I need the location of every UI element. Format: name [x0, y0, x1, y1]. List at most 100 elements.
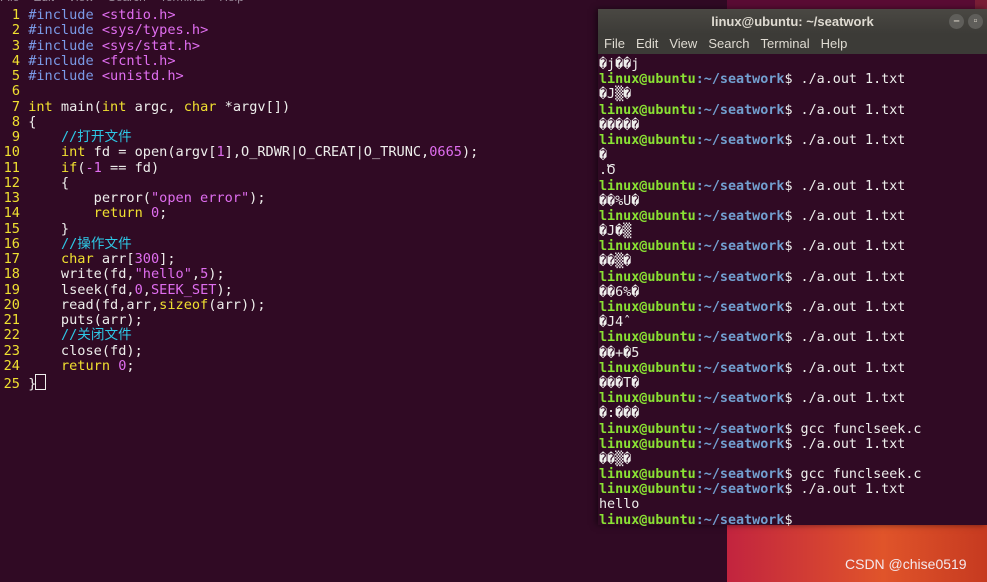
line-number: 25 — [3, 376, 20, 392]
code-line: 15 } — [0, 221, 478, 237]
command-text: $ ./a.out 1.txt — [784, 482, 906, 498]
command-text: $ — [784, 512, 801, 528]
code-token: 0665 — [429, 144, 462, 161]
code-line: 7 int main(int argc, char *argv[]) — [0, 98, 478, 115]
code-line: 20 read(fd,arr,sizeof(arr)); — [0, 296, 478, 313]
terminal-window[interactable]: linux@ubuntu: ~/seatwork – ▫ File Edit Vie… — [598, 9, 987, 528]
prompt-path: :~/seatwork — [695, 102, 785, 118]
code-token: main( — [52, 98, 102, 115]
terminal-command-line: linux@ubuntu:~/seatwork$ ./a.out 1.txt — [599, 391, 922, 406]
line-number: 21 — [3, 312, 20, 328]
code-token: 0 — [150, 205, 160, 222]
menu-view[interactable]: View — [669, 36, 697, 51]
code-line: 23 close(fd); — [0, 342, 478, 359]
code-line: 4 #include <fcntl.h> — [0, 52, 478, 69]
command-text: $ ./a.out 1.txt — [784, 132, 906, 148]
code-token: SEEK_SET — [150, 281, 217, 298]
code-line: 11 if(-1 == fd) — [0, 159, 478, 176]
code-token: //操作文件 — [60, 235, 132, 252]
prompt-user: linux@ubuntu — [599, 436, 696, 452]
prompt-user: linux@ubuntu — [599, 102, 696, 118]
prompt-user: linux@ubuntu — [599, 421, 696, 437]
terminal-command-line: linux@ubuntu:~/seatwork$ — [599, 513, 922, 528]
code-line: 19 lseek(fd,0,SEEK_SET); — [0, 281, 478, 298]
terminal-command-line: linux@ubuntu:~/seatwork$ ./a.out 1.txt — [599, 72, 922, 87]
prompt-user: linux@ubuntu — [599, 72, 696, 88]
menu-help[interactable]: Help — [821, 36, 848, 51]
vim-menu-edit[interactable]: Edit — [33, 0, 54, 4]
code-token: <sys/types.h> — [101, 22, 209, 39]
code-line: 3 #include <sys/stat.h> — [0, 38, 478, 54]
vim-menu-search[interactable]: Search — [108, 0, 146, 4]
menu-search[interactable]: Search — [708, 36, 749, 51]
terminal-output[interactable]: �j��j linux@ubuntu:~/seatwork$ ./a.out 1.… — [599, 57, 922, 528]
vim-menu-terminal[interactable]: Terminal — [160, 0, 205, 4]
prompt-path: :~/seatwork — [695, 178, 785, 194]
terminal-command-line: linux@ubuntu:~/seatwork$ gcc funclseek.c — [599, 467, 922, 482]
line-number: 20 — [3, 296, 20, 313]
code-area[interactable]: 1 #include <stdio.h> 2 #include <sys/type… — [0, 7, 479, 392]
code-token: read(fd,arr, — [28, 296, 160, 313]
code-token: == fd) — [101, 159, 160, 176]
maximize-icon[interactable]: ▫ — [968, 14, 983, 29]
prompt-user: linux@ubuntu — [599, 208, 696, 224]
prompt-user: linux@ubuntu — [599, 178, 696, 194]
menu-terminal[interactable]: Terminal — [761, 36, 810, 51]
terminal-output-line: � — [599, 148, 608, 164]
code-token: return — [93, 205, 143, 222]
prompt-user: linux@ubuntu — [599, 482, 696, 498]
command-text: $ ./a.out 1.txt — [784, 360, 906, 376]
menu-file[interactable]: File — [604, 36, 625, 51]
code-line: 24 return 0; — [0, 357, 478, 374]
prompt-path: :~/seatwork — [695, 269, 785, 285]
terminal-titlebar[interactable]: linux@ubuntu: ~/seatwork – ▫ — [598, 9, 987, 34]
line-number: 2 — [11, 22, 20, 39]
prompt-path: :~/seatwork — [695, 300, 785, 315]
code-token: close(fd); — [28, 342, 143, 359]
code-token: (arr)); — [208, 296, 266, 313]
command-text: $ ./a.out 1.txt — [784, 102, 906, 118]
code-line: 21 puts(arr); — [0, 312, 478, 328]
terminal-output-line: .Ծ — [599, 163, 616, 179]
code-token: <stdio.h> — [101, 7, 176, 23]
prompt-path: :~/seatwork — [695, 72, 785, 88]
vim-menu-help[interactable]: Help — [219, 0, 244, 4]
command-text: $ ./a.out 1.txt — [784, 72, 906, 88]
terminal-output-line: �J�▒ — [599, 224, 632, 240]
line-number: 17 — [3, 251, 20, 267]
code-line: 18 write(fd,"hello",5); — [0, 266, 478, 283]
line-number: 10 — [3, 144, 20, 161]
code-token: #include — [28, 22, 102, 39]
terminal-command-line: linux@ubuntu:~/seatwork$ ./a.out 1.txt — [599, 239, 922, 254]
line-number: 9 — [11, 129, 20, 145]
line-number: 8 — [11, 113, 20, 130]
line-number: 24 — [3, 357, 20, 374]
code-token: <fcntl.h> — [101, 52, 176, 69]
code-token: 1 — [216, 144, 225, 161]
code-token: ); — [216, 281, 233, 298]
code-token: ); — [249, 190, 266, 206]
command-text: $ gcc funclseek.c — [784, 421, 922, 437]
command-text: $ ./a.out 1.txt — [784, 436, 906, 452]
terminal-output-line: ��+�5 — [599, 345, 640, 361]
line-number: 18 — [3, 266, 20, 283]
menu-edit[interactable]: Edit — [636, 36, 658, 51]
terminal-command-line: linux@ubuntu:~/seatwork$ ./a.out 1.txt — [599, 103, 922, 118]
vim-menu-view[interactable]: View — [68, 0, 94, 4]
line-number: 13 — [3, 190, 20, 206]
code-token: ; — [126, 357, 135, 374]
code-token: #include — [28, 68, 102, 84]
prompt-user: linux@ubuntu — [599, 300, 696, 315]
minimize-icon[interactable]: – — [949, 14, 964, 29]
vim-menu-file[interactable]: File — [0, 0, 19, 4]
code-token: #include — [28, 52, 102, 69]
terminal-command-line: linux@ubuntu:~/seatwork$ ./a.out 1.txt — [599, 300, 922, 315]
code-token: ); — [208, 266, 225, 283]
code-line: 8 { — [0, 113, 478, 130]
terminal-output-line: hello — [599, 497, 640, 513]
line-number: 11 — [3, 159, 20, 176]
code-line: 13 perror("open error"); — [0, 190, 478, 206]
terminal-output-line: ��%U� — [599, 193, 640, 209]
